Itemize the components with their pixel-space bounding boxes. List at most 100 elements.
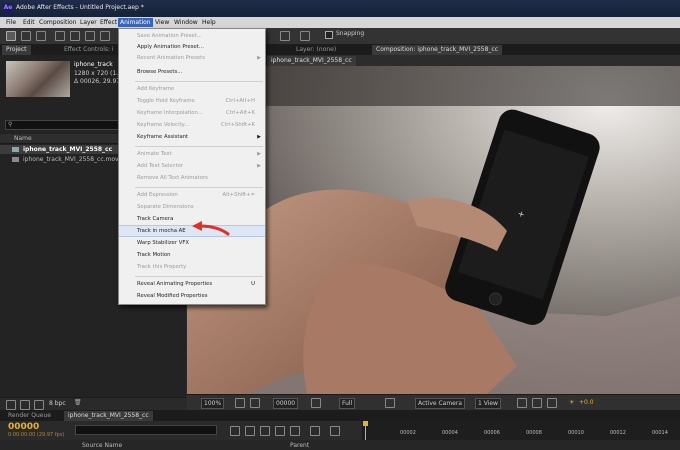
- new-folder-icon[interactable]: [20, 400, 30, 410]
- menu-composition[interactable]: Composition: [37, 18, 78, 27]
- roto-tool-icon[interactable]: [300, 31, 310, 41]
- tab-project[interactable]: Project: [2, 45, 31, 55]
- graph-editor-icon[interactable]: [310, 426, 320, 436]
- menu-layer[interactable]: Layer: [78, 18, 99, 27]
- exposure-value[interactable]: +0.0: [577, 398, 596, 407]
- tab-composition[interactable]: Composition: iphone_track_MVI_2558_cc: [372, 45, 503, 55]
- composition-icon: [12, 147, 19, 152]
- footage-file-icon: [12, 157, 19, 162]
- viewer-controls: 100% 00000 Full Active Camera 1 View ☀ +…: [187, 394, 680, 411]
- submenu-arrow-icon: ▶: [257, 134, 261, 140]
- column-name[interactable]: Name: [14, 135, 32, 142]
- menu-item-toggle-hold-keyframe[interactable]: Toggle Hold Keyframe Ctrl+Alt+H: [119, 96, 265, 106]
- menu-separator: [135, 187, 263, 188]
- comp-mini-flowchart-icon[interactable]: [230, 426, 240, 436]
- menu-item-remove-all-text-animators[interactable]: Remove All Text Animators: [119, 173, 265, 183]
- footage-duration: Δ 00026, 29.97: [74, 78, 121, 85]
- menu-item-reveal-modified-properties[interactable]: Reveal Modified Properties: [119, 291, 265, 301]
- selection-tool-icon[interactable]: [6, 31, 16, 41]
- grid-toggle-icon[interactable]: [235, 398, 245, 408]
- resolution-dropdown[interactable]: Full: [339, 398, 356, 409]
- new-composition-icon[interactable]: [34, 400, 44, 410]
- camera-dropdown[interactable]: Active Camera: [415, 398, 466, 409]
- trash-icon[interactable]: 🗑: [74, 399, 82, 406]
- submenu-arrow-icon: ▶: [257, 163, 261, 169]
- menu-item-track-this-property[interactable]: Track this Property: [119, 262, 265, 272]
- views-dropdown[interactable]: 1 View: [475, 398, 501, 409]
- timeline-search-input[interactable]: [75, 425, 217, 435]
- region-of-interest-icon[interactable]: [385, 398, 395, 408]
- ruler-tick: 00012: [610, 430, 626, 436]
- rotate-tool-icon[interactable]: [55, 31, 65, 41]
- menu-item-animate-text[interactable]: Animate Text ▶: [119, 149, 265, 159]
- puppet-tool-icon[interactable]: [280, 31, 290, 41]
- timeline-link-icon[interactable]: [547, 398, 557, 408]
- window-title: Adobe After Effects - Untitled Project.a…: [16, 4, 144, 11]
- tab-effect-controls[interactable]: Effect Controls: i: [60, 45, 118, 55]
- frame-blending-icon[interactable]: [275, 426, 285, 436]
- tab-layer[interactable]: Layer: (none): [292, 45, 340, 55]
- shape-tool-icon[interactable]: [100, 31, 110, 41]
- column-source-name[interactable]: Source Name: [82, 442, 122, 449]
- timeline-fps: 0:00:00:00 (29.97 fps): [8, 432, 65, 438]
- snapshot-icon[interactable]: [250, 398, 260, 408]
- shy-layers-icon[interactable]: [260, 426, 270, 436]
- viewer-timecode[interactable]: 00000: [273, 398, 299, 409]
- time-ruler[interactable]: 00002 00004 00006 00008 00010 00012 0001…: [362, 421, 680, 440]
- submenu-arrow-icon: ▶: [257, 55, 261, 61]
- magnifier-icon: ⚲: [8, 121, 13, 128]
- fast-previews-icon[interactable]: [532, 398, 542, 408]
- exposure-icon[interactable]: ☀: [567, 398, 576, 407]
- motion-blur-icon[interactable]: [290, 426, 300, 436]
- menu-item-keyframe-assistant[interactable]: Keyframe Assistant ▶: [119, 132, 265, 142]
- tab-timeline-comp[interactable]: iphone_track_MVI_2558_cc: [64, 411, 153, 421]
- menu-item-recent-animation-presets[interactable]: Recent Animation Presets ▶: [119, 53, 265, 63]
- menu-item-separate-dimensions[interactable]: Separate Dimensions: [119, 202, 265, 212]
- menu-item-add-keyframe[interactable]: Add Keyframe: [119, 84, 265, 94]
- snapping-checkbox[interactable]: [325, 31, 333, 39]
- menu-item-apply-animation-preset[interactable]: Apply Animation Preset...: [119, 42, 265, 52]
- menu-bar: File Edit Composition Layer Effect Anima…: [0, 17, 680, 28]
- tab-render-queue[interactable]: Render Queue: [4, 411, 55, 421]
- menu-separator: [135, 146, 263, 147]
- menu-view[interactable]: View: [153, 18, 171, 27]
- menu-item-keyframe-velocity[interactable]: Keyframe Velocity... Ctrl+Shift+K: [119, 120, 265, 130]
- camera-icon[interactable]: [311, 398, 321, 408]
- menu-effect[interactable]: Effect: [98, 18, 119, 27]
- submenu-arrow-icon: ▶: [257, 151, 261, 157]
- app-logo: Ae: [3, 3, 13, 13]
- title-bar: Ae Adobe After Effects - Untitled Projec…: [0, 0, 680, 17]
- annotation-arrow-icon: [192, 221, 230, 236]
- tab-comp-name[interactable]: iphone_track_MVI_2558_cc: [267, 56, 356, 66]
- menu-window[interactable]: Window: [172, 18, 200, 27]
- toggle-pixel-aspect-icon[interactable]: [517, 398, 527, 408]
- menu-item-browse-presets[interactable]: Browse Presets...: [119, 67, 265, 77]
- menu-item-add-text-selector[interactable]: Add Text Selector ▶: [119, 161, 265, 171]
- hand-tool-icon[interactable]: [21, 31, 31, 41]
- timeline-tab-bar: Render Queue iphone_track_MVI_2558_cc: [0, 410, 680, 421]
- menu-help[interactable]: Help: [200, 18, 218, 27]
- ruler-tick: 00014: [652, 430, 668, 436]
- column-parent[interactable]: Parent: [290, 442, 309, 449]
- pan-behind-tool-icon[interactable]: [85, 31, 95, 41]
- camera-tool-icon[interactable]: [70, 31, 80, 41]
- menu-item-keyframe-interpolation[interactable]: Keyframe Interpolation... Ctrl+Alt+K: [119, 108, 265, 118]
- timeline-column-header: Source Name Parent: [0, 440, 680, 450]
- menu-item-reveal-animating-properties[interactable]: Reveal Animating Properties U: [119, 279, 265, 289]
- menu-item-track-motion[interactable]: Track Motion: [119, 250, 265, 260]
- menu-animation[interactable]: Animation: [118, 18, 153, 27]
- interpret-footage-icon[interactable]: [6, 400, 16, 410]
- footage-name: iphone_track: [74, 61, 113, 68]
- footage-thumbnail: [6, 61, 70, 97]
- brainstorm-icon[interactable]: [330, 426, 340, 436]
- zoom-dropdown[interactable]: 100%: [201, 398, 225, 409]
- draft-3d-icon[interactable]: [245, 426, 255, 436]
- menu-item-add-expression[interactable]: Add Expression Alt+Shift+=: [119, 190, 265, 200]
- animation-menu: Save Animation Preset... Apply Animation…: [118, 28, 266, 305]
- timeline-timecode[interactable]: 00000: [8, 422, 39, 432]
- zoom-tool-icon[interactable]: [36, 31, 46, 41]
- menu-edit[interactable]: Edit: [21, 18, 37, 27]
- bit-depth-label[interactable]: 8 bpc: [49, 400, 66, 407]
- menu-file[interactable]: File: [4, 18, 18, 27]
- menu-item-save-animation-preset[interactable]: Save Animation Preset...: [119, 31, 265, 41]
